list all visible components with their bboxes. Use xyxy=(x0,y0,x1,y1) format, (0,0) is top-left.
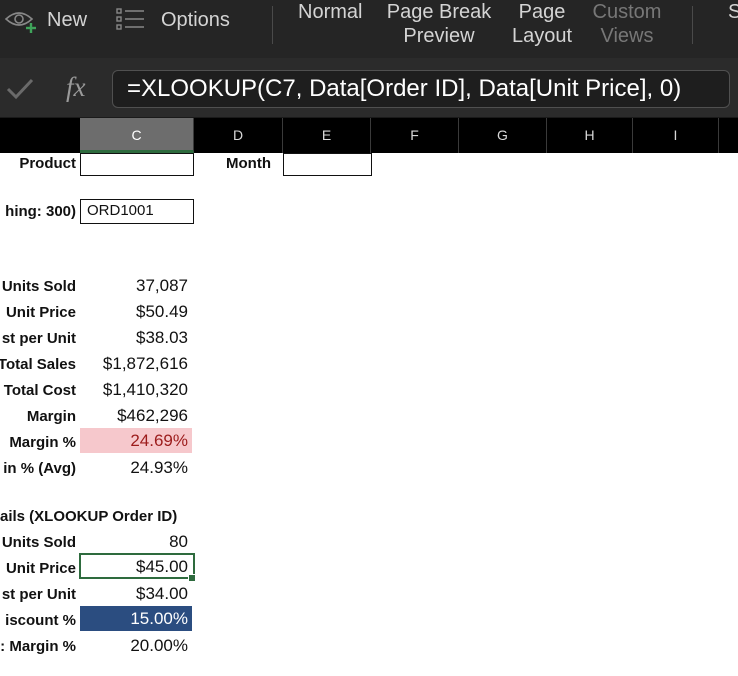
page-layout-label-line2: Layout xyxy=(511,25,573,47)
summary-value[interactable]: $462,296 xyxy=(80,404,192,428)
summary-label: Margin % xyxy=(9,434,76,451)
custom-views-label-line2: Views xyxy=(600,25,654,47)
custom-views-label-line1: Custom xyxy=(592,1,662,23)
details-label: iscount % xyxy=(5,612,76,629)
column-header-f[interactable]: F xyxy=(371,118,459,153)
details-label: Unit Price xyxy=(5,560,76,577)
month-label: Month xyxy=(226,155,271,172)
details-label: Units Sold xyxy=(1,534,76,551)
page-break-label-line2: Preview xyxy=(403,25,475,47)
details-label: : Margin % xyxy=(0,638,76,655)
page-break-preview-button[interactable]: Page Break Preview xyxy=(382,0,496,48)
options-button[interactable]: Options xyxy=(161,8,230,32)
product-label: Product xyxy=(19,155,76,172)
custom-views-button[interactable]: Custom Views xyxy=(586,0,668,48)
column-header-bar: C D E F G H I xyxy=(0,118,738,153)
summary-label: Total Sales xyxy=(0,356,76,373)
eye-plus-icon xyxy=(4,8,38,39)
details-value[interactable]: $34.00 xyxy=(80,582,192,606)
formula-bar: fx =XLOOKUP(C7, Data[Order ID], Data[Uni… xyxy=(0,58,738,118)
month-input-cell[interactable] xyxy=(283,153,372,176)
order-lookup-label: hing: 300) xyxy=(5,203,76,220)
summary-value[interactable]: $50.49 xyxy=(80,300,192,324)
margin-percent-highlighted-cell[interactable]: 24.69% xyxy=(80,428,192,453)
details-label: st per Unit xyxy=(1,586,76,603)
column-header-d[interactable]: D xyxy=(194,118,283,153)
function-fx-icon[interactable]: fx xyxy=(66,72,86,103)
summary-value[interactable]: $1,410,320 xyxy=(80,378,192,402)
details-value[interactable]: 20.00% xyxy=(80,634,192,658)
column-header-h[interactable]: H xyxy=(547,118,633,153)
list-options-icon xyxy=(116,7,146,38)
summary-value[interactable]: $38.03 xyxy=(80,326,192,350)
normal-view-button[interactable]: Normal xyxy=(298,0,362,24)
details-section-header: ails (XLOOKUP Order ID) xyxy=(0,508,178,525)
summary-value[interactable]: 24.93% xyxy=(80,456,192,480)
cut-off-ribbon-item[interactable]: S xyxy=(728,0,738,24)
selected-cell-unit-price[interactable]: $45.00 xyxy=(79,553,195,579)
summary-value[interactable]: $1,872,616 xyxy=(80,352,192,376)
page-layout-button[interactable]: Page Layout xyxy=(506,0,578,48)
product-input-cell[interactable] xyxy=(80,153,194,176)
ribbon: New Options Normal Page Break Preview Pa… xyxy=(0,0,738,58)
order-id-cell[interactable]: ORD1001 xyxy=(80,199,194,224)
summary-label: Unit Price xyxy=(5,304,76,321)
checkmark-icon[interactable] xyxy=(6,78,34,105)
summary-label: st per Unit xyxy=(1,330,76,347)
column-header-i[interactable]: I xyxy=(633,118,719,153)
new-window-button[interactable]: New xyxy=(47,8,87,32)
discount-filled-cell[interactable]: 15.00% xyxy=(80,606,192,631)
page-break-label-line1: Page Break xyxy=(386,1,492,23)
fill-handle[interactable] xyxy=(188,574,196,582)
summary-label: Total Cost xyxy=(3,382,76,399)
summary-label: Margin xyxy=(26,408,76,425)
details-value[interactable]: 80 xyxy=(80,530,192,554)
order-id-value: ORD1001 xyxy=(87,202,154,219)
column-header-g[interactable]: G xyxy=(459,118,547,153)
ribbon-divider xyxy=(692,6,693,44)
summary-value[interactable]: 37,087 xyxy=(80,274,192,298)
column-header-c[interactable]: C xyxy=(80,118,194,153)
summary-label: Units Sold xyxy=(1,278,76,295)
summary-label: in % (Avg) xyxy=(3,460,76,477)
page-layout-label-line1: Page xyxy=(518,1,566,23)
column-header-e[interactable]: E xyxy=(283,118,371,153)
ribbon-divider xyxy=(272,6,273,44)
formula-input[interactable]: =XLOOKUP(C7, Data[Order ID], Data[Unit P… xyxy=(112,70,730,108)
